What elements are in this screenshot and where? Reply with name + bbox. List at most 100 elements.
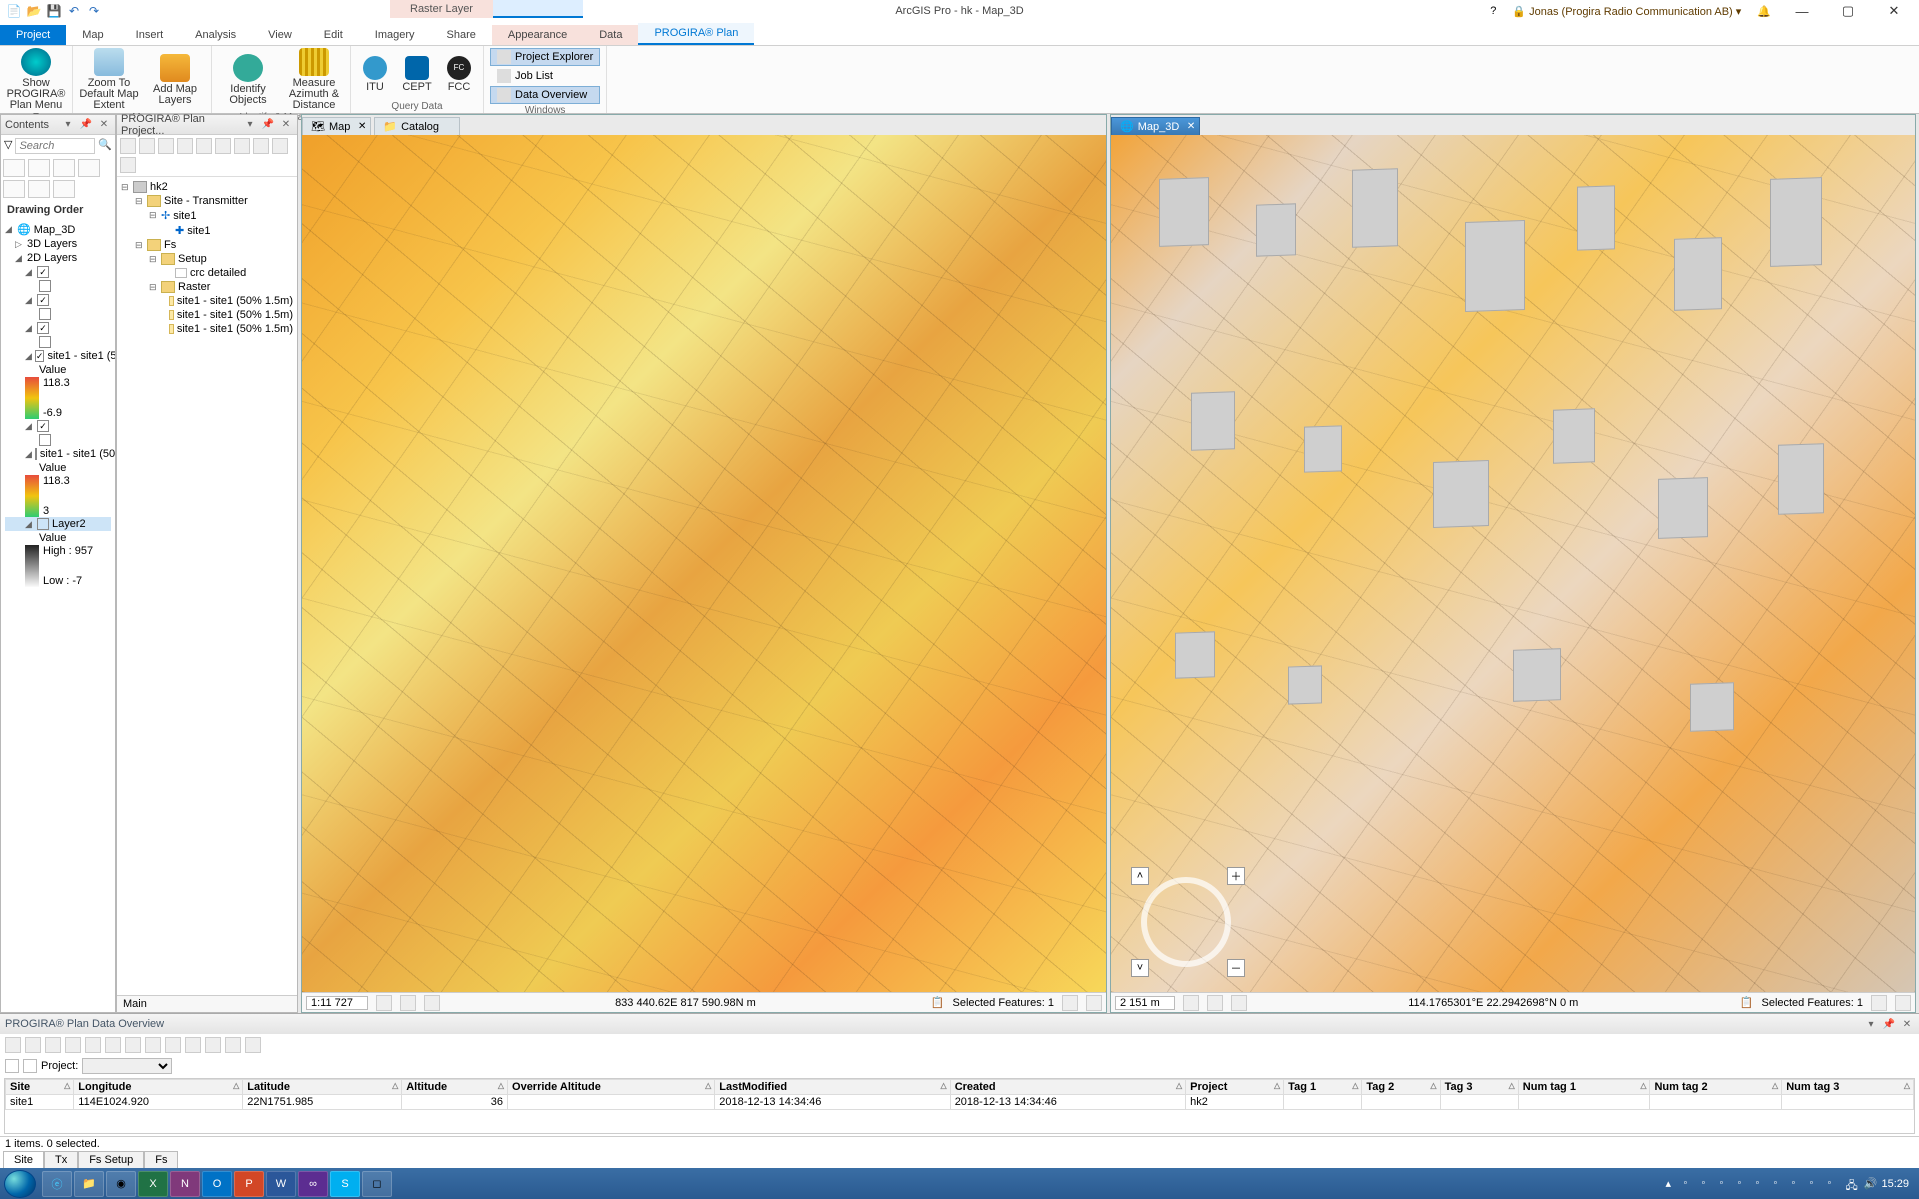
search-go-icon[interactable]: 🔍 xyxy=(98,138,112,154)
tree-raster-3[interactable]: site1 - site1 (50% 1.5m) xyxy=(163,322,293,336)
maximize-button[interactable]: ▢ xyxy=(1833,1,1863,21)
filter-icon[interactable]: ▽ xyxy=(4,138,12,154)
map-2d-canvas[interactable] xyxy=(302,135,1106,992)
col-project[interactable]: Project△ xyxy=(1186,1080,1284,1095)
col-lon[interactable]: Longitude△ xyxy=(74,1080,243,1095)
map3d-scale[interactable]: 2 151 m xyxy=(1115,996,1175,1010)
list-by-label-icon[interactable] xyxy=(28,180,50,198)
list-by-drawing-icon[interactable] xyxy=(3,159,25,177)
list-chart-icon[interactable] xyxy=(53,180,75,198)
list-by-source-icon[interactable] xyxy=(28,159,50,177)
pause3d-icon[interactable] xyxy=(1871,995,1887,1011)
do-menu-icon[interactable]: ▾ xyxy=(1864,1017,1878,1031)
tab-progira[interactable]: PROGIRA® Plan xyxy=(638,23,754,45)
tab-view[interactable]: View xyxy=(252,25,308,45)
col-tag2[interactable]: Tag 2△ xyxy=(1362,1080,1440,1095)
pe-tool-6[interactable] xyxy=(215,138,231,154)
close-button[interactable]: ✕ xyxy=(1879,1,1909,21)
tab-insert[interactable]: Insert xyxy=(120,25,180,45)
start-button[interactable] xyxy=(4,1170,36,1198)
zoom-default-button[interactable]: Zoom To Default Map Extent xyxy=(79,48,139,111)
layer-cb-3[interactable]: ◢✓ xyxy=(5,321,111,335)
help-icon[interactable]: ? xyxy=(1490,5,1496,17)
status3d-tool-2[interactable] xyxy=(1207,995,1223,1011)
do-tool-6[interactable] xyxy=(105,1037,121,1053)
pe-tool-4[interactable] xyxy=(177,138,193,154)
tray-clock[interactable]: 15:29 xyxy=(1881,1178,1909,1190)
list-by-snap-icon[interactable] xyxy=(3,180,25,198)
tray-icon-6[interactable]: ◦ xyxy=(1755,1177,1769,1191)
qat-new-icon[interactable]: 📄 xyxy=(6,3,22,19)
layer-cb-4a[interactable] xyxy=(5,433,111,447)
tree-fs[interactable]: ⊟Fs xyxy=(135,238,293,252)
status3d-tool-3[interactable] xyxy=(1231,995,1247,1011)
col-numtag1[interactable]: Num tag 1△ xyxy=(1518,1080,1650,1095)
do-tool-4[interactable] xyxy=(65,1037,81,1053)
tray-icon-8[interactable]: ◦ xyxy=(1791,1177,1805,1191)
contents-search-input[interactable] xyxy=(15,138,95,154)
tree-root[interactable]: ⊟hk2 xyxy=(121,180,293,194)
taskbar-app-icon[interactable]: ◻ xyxy=(362,1171,392,1197)
3d-layers-node[interactable]: ▷3D Layers xyxy=(5,237,111,251)
col-numtag3[interactable]: Num tag 3△ xyxy=(1782,1080,1914,1095)
status-tool-3[interactable] xyxy=(424,995,440,1011)
pe-tool-8[interactable] xyxy=(253,138,269,154)
status-tool-1[interactable] xyxy=(376,995,392,1011)
qat-save-icon[interactable]: 💾 xyxy=(46,3,62,19)
do-tool-1[interactable] xyxy=(5,1037,21,1053)
tree-site-transmitter[interactable]: ⊟Site - Transmitter xyxy=(135,194,293,208)
tab-analysis[interactable]: Analysis xyxy=(179,25,252,45)
col-lastmod[interactable]: LastModified△ xyxy=(715,1080,950,1095)
tab-edit[interactable]: Edit xyxy=(308,25,359,45)
pe-tool-5[interactable] xyxy=(196,138,212,154)
do-tool-2[interactable] xyxy=(25,1037,41,1053)
refresh3d-icon[interactable] xyxy=(1895,995,1911,1011)
taskbar-chrome-icon[interactable]: ◉ xyxy=(106,1171,136,1197)
do-close-icon[interactable]: ✕ xyxy=(1900,1017,1914,1031)
show-progira-menu-button[interactable]: Show PROGIRA® Plan Menu ▾ xyxy=(6,48,66,122)
taskbar-excel-icon[interactable]: X xyxy=(138,1171,168,1197)
tray-icon-10[interactable]: ◦ xyxy=(1827,1177,1841,1191)
fcc-button[interactable]: FC FCC xyxy=(441,56,477,93)
tray-icon-1[interactable]: ▴ xyxy=(1665,1177,1679,1191)
map3d-node[interactable]: ◢🌐 Map_3D xyxy=(5,222,111,237)
tab-map3d-view[interactable]: 🌐Map_3D✕ xyxy=(1111,117,1200,135)
taskbar-outlook-icon[interactable]: O xyxy=(202,1171,232,1197)
job-list-button[interactable]: Job List xyxy=(490,67,600,85)
layer-cb-3a[interactable] xyxy=(5,335,111,349)
do-pin-icon[interactable]: 📌 xyxy=(1882,1017,1896,1031)
tree-site1[interactable]: ⊟✢site1 xyxy=(149,208,293,223)
do-tool-12[interactable] xyxy=(225,1037,241,1053)
pause-icon[interactable] xyxy=(1062,995,1078,1011)
pe-tool-9[interactable] xyxy=(272,138,288,154)
layer-site1-b[interactable]: ◢site1 - site1 (50 xyxy=(5,447,111,461)
do-tool-8[interactable] xyxy=(145,1037,161,1053)
pe-tool-2[interactable] xyxy=(139,138,155,154)
taskbar-explorer-icon[interactable]: 📁 xyxy=(74,1171,104,1197)
tray-volume-icon[interactable]: 🔊 xyxy=(1863,1177,1877,1191)
pe-tool-3[interactable] xyxy=(158,138,174,154)
tab-map-view[interactable]: 🗺Map✕ xyxy=(302,117,371,135)
layer-site1-a[interactable]: ◢✓site1 - site1 (50 xyxy=(5,349,111,363)
list-by-edit-icon[interactable] xyxy=(78,159,100,177)
data-overview-button[interactable]: Data Overview xyxy=(490,86,600,104)
qat-open-icon[interactable]: 📂 xyxy=(26,3,42,19)
tab-catalog-view[interactable]: 📁Catalog xyxy=(374,117,460,135)
do-tab-fs[interactable]: Fs xyxy=(144,1151,178,1168)
pe-tool-7[interactable] xyxy=(234,138,250,154)
zoom-out-icon[interactable]: － xyxy=(1227,959,1245,977)
col-tag3[interactable]: Tag 3△ xyxy=(1440,1080,1518,1095)
map2d-scale[interactable]: 1:11 727 xyxy=(306,996,368,1010)
tray-network-icon[interactable]: 🖧 xyxy=(1845,1177,1859,1191)
compass-down-icon[interactable]: ˅ xyxy=(1131,959,1149,977)
tree-setup[interactable]: ⊟Setup xyxy=(149,252,293,266)
pe-tool-10[interactable] xyxy=(120,157,136,173)
identify-objects-button[interactable]: Identify Objects xyxy=(218,54,278,106)
tab-data[interactable]: Data xyxy=(583,25,638,45)
status3d-tool-1[interactable] xyxy=(1183,995,1199,1011)
taskbar-word-icon[interactable]: W xyxy=(266,1171,296,1197)
taskbar-powerpoint-icon[interactable]: P xyxy=(234,1171,264,1197)
signin-user[interactable]: 🔒 Jonas (Progira Radio Communication AB)… xyxy=(1512,5,1741,18)
layer-cb-1a[interactable] xyxy=(5,279,111,293)
do-tool-7[interactable] xyxy=(125,1037,141,1053)
